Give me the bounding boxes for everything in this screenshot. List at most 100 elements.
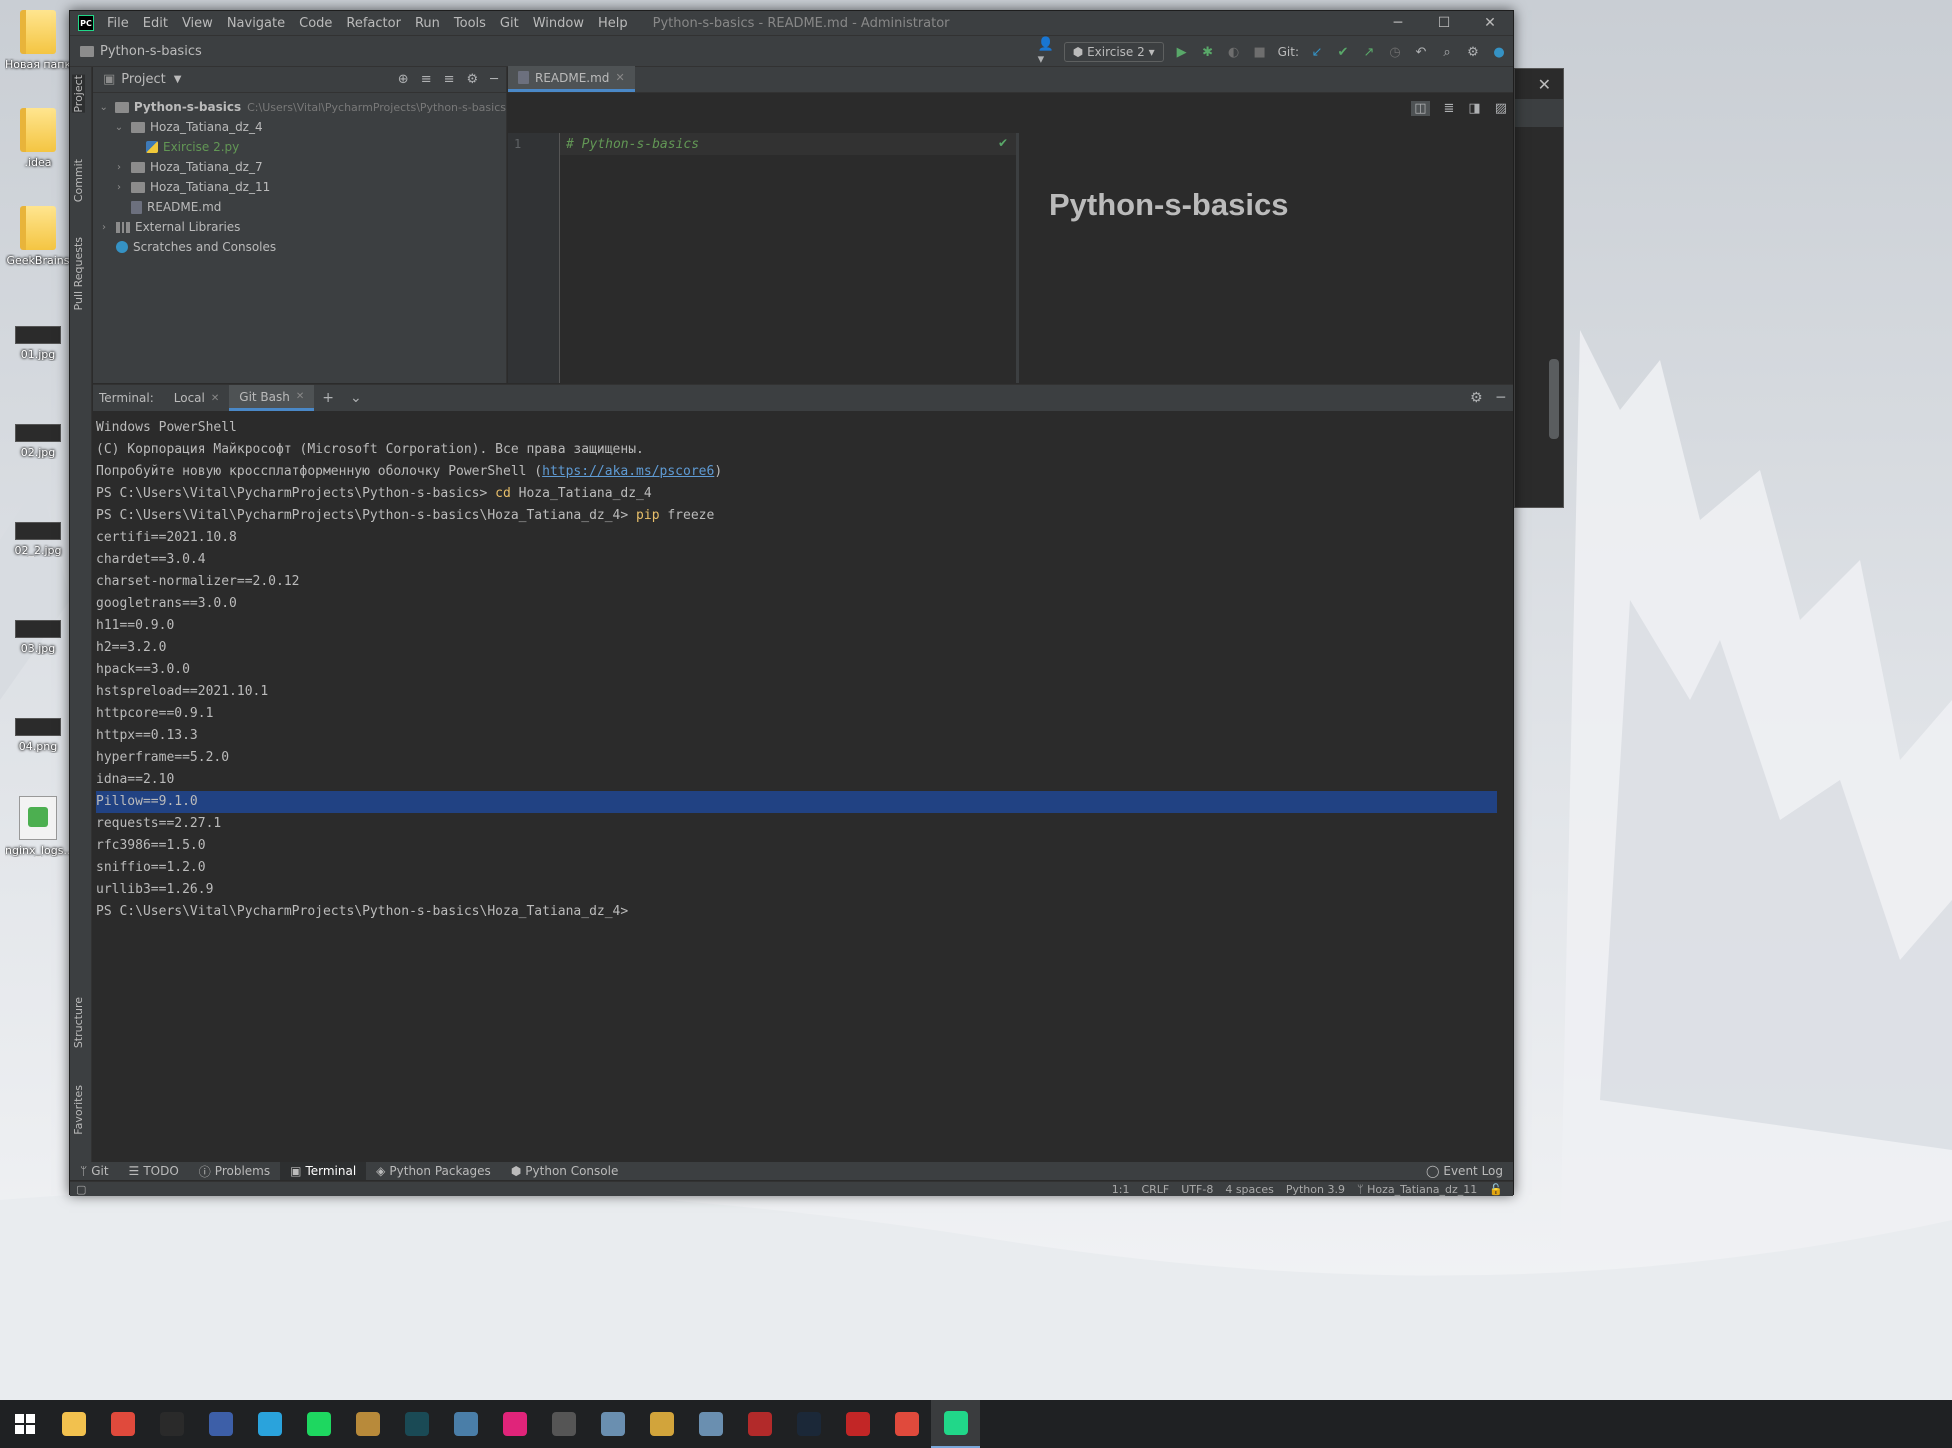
- run-configuration-select[interactable]: ⬢ Exircise 2 ▾: [1063, 42, 1164, 62]
- python-interpreter[interactable]: Python 3.9: [1286, 1183, 1345, 1196]
- menu-run[interactable]: Run: [408, 16, 447, 31]
- file-explorer-taskbar-button[interactable]: [49, 1400, 98, 1448]
- git-push-icon[interactable]: ↗: [1361, 44, 1377, 60]
- menu-file[interactable]: File: [100, 16, 136, 31]
- chevron-right-icon[interactable]: ›: [112, 182, 126, 193]
- globe2-taskbar-button[interactable]: [686, 1400, 735, 1448]
- new-terminal-icon[interactable]: +: [314, 390, 342, 406]
- minimize-button[interactable]: ─: [1375, 11, 1421, 35]
- background-window[interactable]: ✕: [1514, 68, 1564, 508]
- menu-refactor[interactable]: Refactor: [339, 16, 408, 31]
- code-editor[interactable]: 1 # Python-s-basics ✔: [508, 133, 1016, 383]
- close-tab-icon[interactable]: ✕: [615, 71, 624, 84]
- tool-tab-terminal[interactable]: ▣ Terminal: [280, 1162, 367, 1180]
- epic-games-taskbar-button[interactable]: [147, 1400, 196, 1448]
- chrome2-taskbar-button[interactable]: [882, 1400, 931, 1448]
- lock-icon[interactable]: 🔓: [1489, 1183, 1503, 1196]
- telegram-taskbar-button[interactable]: [245, 1400, 294, 1448]
- menu-window[interactable]: Window: [526, 16, 591, 31]
- desktop-icon-nginx-logs[interactable]: nginx_logs...: [5, 796, 71, 857]
- close-tab-icon[interactable]: ✕: [211, 393, 219, 404]
- scrollbar[interactable]: [1549, 359, 1559, 439]
- chevron-down-icon[interactable]: ⌄: [97, 102, 110, 113]
- game3-taskbar-button[interactable]: [735, 1400, 784, 1448]
- tool-tab-commit[interactable]: Commit: [72, 159, 85, 202]
- desktop-icon-03-jpg[interactable]: 03.jpg: [5, 620, 71, 655]
- terminal-tab-git-bash[interactable]: Git Bash ✕: [229, 385, 315, 411]
- menu-help[interactable]: Help: [591, 16, 635, 31]
- red-app-taskbar-button[interactable]: [833, 1400, 882, 1448]
- tree-item[interactable]: › Hoza_Tatiana_dz_7: [93, 157, 506, 177]
- terminal-tab-local[interactable]: Local ✕: [164, 385, 230, 411]
- desktop-icon-02-2-jpg[interactable]: 02_2.jpg: [5, 522, 71, 557]
- stop-icon[interactable]: ■: [1252, 44, 1268, 60]
- tree-item[interactable]: Scratches and Consoles: [93, 237, 506, 257]
- tool-tab-structure[interactable]: Structure: [72, 997, 85, 1048]
- collapse-all-icon[interactable]: ≡: [444, 72, 455, 87]
- desktop-icon-02-jpg[interactable]: 02.jpg: [5, 424, 71, 459]
- tree-item[interactable]: › External Libraries: [93, 217, 506, 237]
- run-icon[interactable]: ▶: [1174, 44, 1190, 60]
- spotify-taskbar-button[interactable]: [294, 1400, 343, 1448]
- plugin-icon[interactable]: ●: [1491, 44, 1507, 60]
- menu-git[interactable]: Git: [493, 16, 526, 31]
- menu-edit[interactable]: Edit: [136, 16, 175, 31]
- expand-all-icon[interactable]: ≡: [421, 72, 432, 87]
- code-line[interactable]: # Python-s-basics ✔: [560, 133, 1016, 155]
- chevron-down-icon[interactable]: ⌄: [342, 390, 370, 406]
- tool-tab-project[interactable]: Project: [72, 75, 85, 113]
- caret-position[interactable]: 1:1: [1112, 1183, 1130, 1196]
- circle-app-taskbar-button[interactable]: [539, 1400, 588, 1448]
- editor-only-icon[interactable]: ≣: [1444, 101, 1455, 116]
- tool-tab-python-packages[interactable]: ◈ Python Packages: [366, 1162, 501, 1180]
- breadcrumb[interactable]: Python-s-basics: [80, 44, 202, 59]
- git-branch[interactable]: ᛘ Hoza_Tatiana_dz_11: [1357, 1183, 1477, 1196]
- steam-taskbar-button[interactable]: [784, 1400, 833, 1448]
- menu-view[interactable]: View: [175, 16, 220, 31]
- hide-icon[interactable]: ─: [490, 72, 498, 87]
- preview-only-icon[interactable]: ◨: [1468, 101, 1480, 116]
- tree-item[interactable]: ⌄ Hoza_Tatiana_dz_4: [93, 117, 506, 137]
- close-button[interactable]: ✕: [1467, 11, 1513, 35]
- rollback-icon[interactable]: ↶: [1413, 44, 1429, 60]
- tool-tab-todo[interactable]: ☰ TODO: [119, 1162, 189, 1180]
- coverage-icon[interactable]: ◐: [1226, 44, 1242, 60]
- gear-icon[interactable]: ⚙: [1470, 390, 1483, 406]
- globe-taskbar-button[interactable]: [588, 1400, 637, 1448]
- breadcrumb-project[interactable]: Python-s-basics: [100, 44, 202, 59]
- tool-tab-python-console[interactable]: ⬢ Python Console: [501, 1162, 629, 1180]
- image-icon[interactable]: ▨: [1495, 101, 1507, 116]
- debug-icon[interactable]: ✱: [1200, 44, 1216, 60]
- maximize-button[interactable]: ☐: [1421, 11, 1467, 35]
- close-tab-icon[interactable]: ✕: [296, 391, 304, 402]
- desktop-icon-new-folder[interactable]: Новая папка: [5, 10, 71, 71]
- editor-tab-readme[interactable]: README.md ✕: [508, 66, 635, 92]
- split-view-icon[interactable]: ◫: [1411, 101, 1430, 116]
- forza-taskbar-button[interactable]: [490, 1400, 539, 1448]
- chevron-right-icon[interactable]: ›: [112, 162, 126, 173]
- desktop-icon-04-png[interactable]: 04.png: [5, 718, 71, 753]
- menu-code[interactable]: Code: [292, 16, 339, 31]
- start-button[interactable]: [0, 1400, 49, 1448]
- git-update-icon[interactable]: ↙: [1309, 44, 1325, 60]
- history-icon[interactable]: ◷: [1387, 44, 1403, 60]
- event-log-button[interactable]: ◯ Event Log: [1416, 1162, 1513, 1180]
- tree-item[interactable]: ⌄ Python-s-basics C:\Users\Vital\PycharmPr…: [93, 97, 506, 117]
- chevron-down-icon[interactable]: ⌄: [112, 122, 126, 133]
- tool-tab-problems[interactable]: ⓘ Problems: [189, 1162, 280, 1180]
- tree-item[interactable]: Exircise 2.py: [93, 137, 506, 157]
- user-icon[interactable]: 👤▾: [1038, 37, 1054, 67]
- locate-icon[interactable]: ⊕: [398, 72, 409, 87]
- tool-tab-favorites[interactable]: Favorites: [72, 1085, 85, 1135]
- chrome-taskbar-button[interactable]: [98, 1400, 147, 1448]
- menu-navigate[interactable]: Navigate: [220, 16, 292, 31]
- tree-item[interactable]: › Hoza_Tatiana_dz_11: [93, 177, 506, 197]
- layout-toggle-icon[interactable]: ▢: [70, 1183, 86, 1196]
- terminal-link[interactable]: https://aka.ms/pscore6: [542, 464, 714, 479]
- search-icon[interactable]: ⌕: [1439, 44, 1455, 60]
- tool-tab-git[interactable]: ᛘ Git: [70, 1162, 119, 1180]
- close-icon[interactable]: ✕: [1538, 75, 1551, 94]
- git-commit-icon[interactable]: ✔: [1335, 44, 1351, 60]
- save-taskbar-button[interactable]: [196, 1400, 245, 1448]
- tree-item[interactable]: README.md: [93, 197, 506, 217]
